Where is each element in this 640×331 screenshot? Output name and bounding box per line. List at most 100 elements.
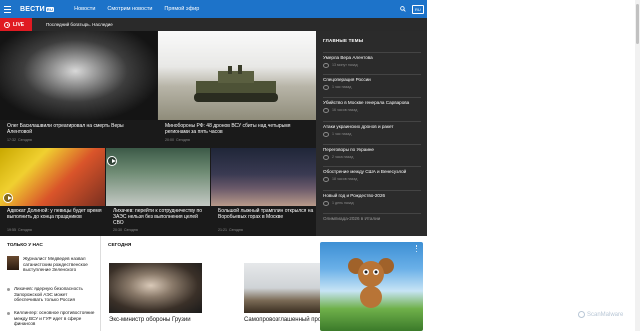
news-title[interactable]: Большой лыжный трамплин открылся на Воро… [218, 208, 314, 220]
news-title[interactable]: Адвокат Долиной: у певицы будет время вы… [7, 208, 103, 220]
news-photo [0, 31, 157, 120]
news-card[interactable]: Олег Басилашвили отреагировал на смерть … [0, 31, 157, 147]
nav-news[interactable]: Новости [74, 6, 95, 12]
refresh-icon [323, 62, 329, 68]
main-topics-panel: ГЛАВНЫЕ ТЕМЫ Умерла Вера Алентова 13 мин… [316, 31, 427, 236]
news-title[interactable]: Минобороны РФ: 48 дронов ВСУ сбиты над ч… [165, 123, 313, 135]
topic-item[interactable]: Переговоры по Украине 2 часа назад [323, 144, 421, 160]
news-photo [0, 148, 105, 206]
news-grid: Олег Басилашвили отреагировал на смерть … [0, 31, 316, 236]
topic-meta: 16 часов назад [332, 108, 358, 112]
topic-item[interactable]: Убийство в Москве генерала Сарварова 16 … [323, 97, 421, 113]
live-ticker[interactable]: Последний богатырь. Наследие [46, 22, 113, 27]
site-logo[interactable]: ВЕСТИ RU [20, 5, 55, 13]
divider [323, 144, 421, 145]
divider [323, 213, 421, 214]
news-meta: 21:21 Сегодня [218, 228, 243, 232]
news-photo [106, 148, 210, 206]
video-play-icon[interactable] [3, 193, 13, 203]
news-title[interactable]: Лихачев: перейти к сотрудничеству по ЗАЭ… [113, 208, 207, 226]
topic-item[interactable]: Новый год и Рождество-2026 1 день назад [323, 190, 421, 206]
topic-title[interactable]: Убийство в Москве генерала Сарварова [323, 97, 421, 106]
list-item-title[interactable]: Журналист Медведев назвал сатанистским р… [23, 256, 96, 273]
topic-meta: 1 день назад [332, 201, 354, 205]
logo-text: ВЕСТИ [20, 5, 45, 13]
watermark-text: ScanMalware [587, 311, 624, 318]
refresh-icon [323, 131, 329, 137]
news-meta: 20:30 Сегодня [113, 228, 138, 232]
topic-title[interactable]: Переговоры по Украине [323, 144, 421, 153]
topic-meta: 2 часа назад [332, 155, 354, 159]
live-badge[interactable]: LIVE [0, 18, 32, 31]
list-item[interactable]: Киллингер: основное противостояние между… [7, 310, 96, 327]
news-site: ВЕСТИ RU Новости Смотрим новости Прямой … [0, 0, 427, 331]
search-icon[interactable] [400, 6, 406, 12]
scrollbar-thumb[interactable] [636, 4, 639, 44]
news-photo [211, 148, 316, 206]
topic-item[interactable]: Обострение между США и Венесуэлой 18 час… [323, 166, 421, 182]
divider [323, 121, 421, 122]
top-navigation: ВЕСТИ RU Новости Смотрим новости Прямой … [0, 0, 427, 18]
today-card-title[interactable]: Экс-министр обороны Грузии [109, 317, 202, 324]
list-item-title[interactable]: Киллингер: основное противостояние между… [14, 310, 96, 327]
news-meta: 17:32 Сегодня [7, 138, 32, 142]
list-item[interactable]: Лихачев: ядерную безопасность Запорожско… [7, 286, 96, 303]
divider [323, 52, 421, 53]
today-title: СЕГОДНЯ [108, 243, 132, 248]
topic-title[interactable]: Новый год и Рождество-2026 [323, 190, 421, 199]
news-meta: 19:55 Сегодня [7, 228, 32, 232]
list-item[interactable]: Журналист Медведев назвал сатанистским р… [7, 256, 96, 273]
topic-title[interactable]: Умерла Вера Алентова [323, 52, 421, 61]
topic-item[interactable]: Атаки украинских дронов и ракет 1 час на… [323, 121, 421, 137]
topic-item[interactable]: Спецоперация России 1 час назад [323, 74, 421, 90]
topic-title[interactable]: Атаки украинских дронов и ракет [323, 121, 421, 130]
topic-title[interactable]: Олимпиада-2026 в Италии [323, 213, 421, 222]
news-title[interactable]: Олег Басилашвили отреагировал на смерть … [7, 123, 147, 135]
shield-icon [578, 311, 585, 318]
topic-meta: 1 час назад [332, 132, 352, 136]
refresh-icon [323, 154, 329, 160]
refresh-icon [323, 107, 329, 113]
bullet-icon [7, 312, 10, 315]
topic-meta: 1 час назад [332, 85, 352, 89]
news-photo [158, 31, 316, 120]
topic-title[interactable]: Спецоперация России [323, 74, 421, 83]
bullet-icon [7, 288, 10, 291]
page: ВЕСТИ RU Новости Смотрим новости Прямой … [0, 0, 640, 331]
more-options-icon[interactable] [415, 245, 418, 254]
topic-item[interactable]: Умерла Вера Алентова 13 минут назад [323, 52, 421, 68]
news-card[interactable]: Адвокат Долиной: у певицы будет время вы… [0, 148, 105, 236]
news-meta: 20:00 Сегодня [165, 138, 190, 142]
logo-sub: RU [45, 6, 55, 12]
scrollbar[interactable] [635, 0, 640, 331]
news-card[interactable]: Лихачев: перейти к сотрудничеству по ЗАЭ… [106, 148, 210, 236]
advertisement[interactable] [320, 242, 423, 331]
news-card[interactable]: Большой лыжный трамплин открылся на Воро… [211, 148, 316, 236]
live-label: LIVE [13, 21, 25, 28]
nav-watch-news[interactable]: Смотрим новости [107, 6, 152, 12]
watermark: ScanMalware [578, 311, 623, 318]
today-card[interactable]: Экс-министр обороны Грузии [109, 263, 202, 331]
nav-live-broadcast[interactable]: Прямой эфир [164, 6, 199, 12]
news-thumbnail [7, 256, 19, 270]
play-icon [4, 21, 10, 28]
only-us-panel: ТОЛЬКО У НАС Журналист Медведев назвал с… [0, 236, 98, 331]
divider [323, 166, 421, 167]
divider [323, 97, 421, 98]
topic-item[interactable]: Олимпиада-2026 в Италии [323, 213, 421, 222]
main-topics-title: ГЛАВНЫЕ ТЕМЫ [323, 38, 364, 43]
cartoon-character-image [348, 258, 394, 308]
blank-area [427, 0, 640, 331]
menu-icon[interactable] [4, 5, 18, 13]
refresh-icon [323, 176, 329, 182]
news-card[interactable]: Минобороны РФ: 48 дронов ВСУ сбиты над ч… [158, 31, 316, 147]
list-item-title[interactable]: Лихачев: ядерную безопасность Запорожско… [14, 286, 96, 303]
bottom-section: ТОЛЬКО У НАС Журналист Медведев назвал с… [0, 236, 427, 331]
language-button[interactable]: RU [412, 5, 424, 14]
divider [323, 190, 421, 191]
news-photo [109, 263, 202, 313]
video-play-icon[interactable] [107, 156, 117, 166]
topic-title[interactable]: Обострение между США и Венесуэлой [323, 166, 421, 175]
live-bar[interactable]: LIVE Последний богатырь. Наследие [0, 18, 427, 31]
military-vehicle-image [194, 65, 278, 102]
